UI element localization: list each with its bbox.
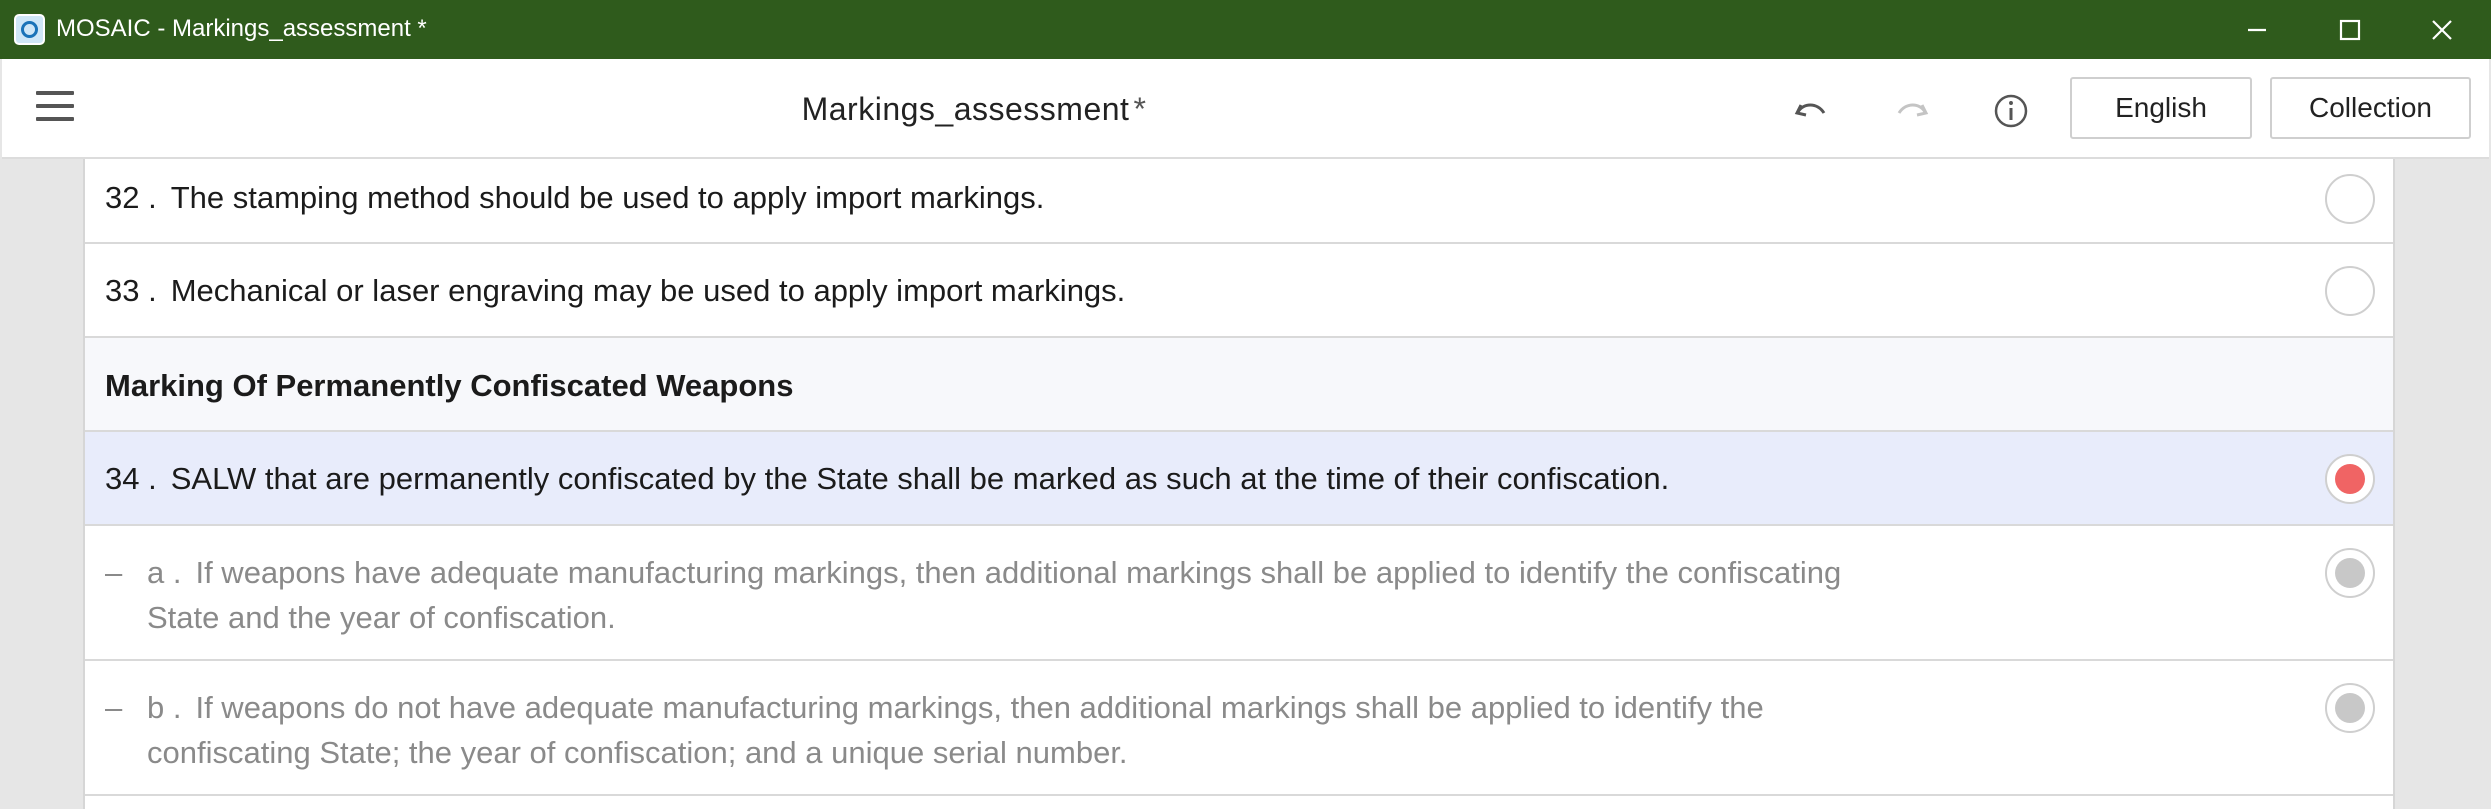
item-number: 32 .: [105, 180, 157, 215]
app-header: Markings_assessment * English Collection: [2, 59, 2489, 159]
section-header: Marking Of Permanently Confiscated Weapo…: [85, 338, 2393, 432]
sub-item-dash: –: [105, 555, 123, 590]
section-title: Marking Of Permanently Confiscated Weapo…: [105, 368, 794, 403]
language-button[interactable]: English: [2070, 77, 2252, 139]
item-text-line2: State and the year of confiscation.: [147, 600, 616, 635]
item-number: 34 .: [105, 461, 157, 496]
item-letter: a .: [147, 555, 182, 590]
document-title-text: Markings_assessment: [801, 91, 1130, 127]
red-status-dot: [2335, 464, 2365, 494]
maximize-icon: [2339, 19, 2361, 40]
assessment-list: 32 . The stamping method should be used t…: [83, 159, 2395, 809]
undo-icon: [1794, 103, 1826, 117]
minimize-button[interactable]: [2212, 0, 2302, 59]
sub-list-item[interactable]: – b . If weapons do not have adequate manu…: [85, 661, 2393, 796]
item-text-line1: If weapons do not have adequate manufact…: [195, 690, 1764, 725]
window-title: MOSAIC - Markings_assessment *: [56, 15, 427, 42]
sub-item-dash: –: [105, 690, 123, 725]
minimize-icon: [2248, 28, 2266, 31]
status-radio[interactable]: [2325, 174, 2375, 224]
item-text-line1: If weapons have adequate manufacturing m…: [195, 555, 1842, 590]
window-titlebar: MOSAIC - Markings_assessment *: [0, 0, 2491, 59]
list-item-selected[interactable]: 34 . SALW that are permanently confiscate…: [85, 432, 2393, 526]
status-radio[interactable]: [2325, 683, 2375, 733]
item-text: Mechanical or laser engraving may be use…: [170, 273, 1126, 308]
gray-status-dot: [2335, 558, 2365, 588]
status-radio[interactable]: [2325, 454, 2375, 504]
item-text-line2: confiscating State; the year of confisca…: [147, 735, 1128, 770]
document-title: Markings_assessment *: [2, 87, 1946, 131]
maximize-button[interactable]: [2305, 0, 2395, 59]
undo-button[interactable]: [1789, 89, 1833, 133]
list-item[interactable]: 33 . Mechanical or laser engraving may be…: [85, 244, 2393, 338]
close-icon: [2432, 19, 2452, 40]
info-icon: [1994, 94, 2028, 128]
mosaic-app-icon: [14, 14, 45, 45]
redo-button[interactable]: [1890, 89, 1934, 133]
redo-icon: [1897, 103, 1929, 117]
status-radio[interactable]: [2325, 266, 2375, 316]
item-text: SALW that are permanently confiscated by…: [170, 461, 1670, 496]
collection-button[interactable]: Collection: [2270, 77, 2471, 139]
item-letter: b .: [147, 690, 182, 725]
gray-status-dot: [2335, 693, 2365, 723]
item-text: The stamping method should be used to ap…: [170, 180, 1045, 215]
modified-marker: *: [1133, 91, 1147, 127]
list-item[interactable]: 32 . The stamping method should be used t…: [85, 159, 2393, 244]
info-button[interactable]: [1989, 89, 2033, 133]
status-radio[interactable]: [2325, 548, 2375, 598]
close-button[interactable]: [2397, 0, 2487, 59]
item-number: 33 .: [105, 273, 157, 308]
sub-list-item[interactable]: – a . If weapons have adequate manufacturi…: [85, 526, 2393, 661]
